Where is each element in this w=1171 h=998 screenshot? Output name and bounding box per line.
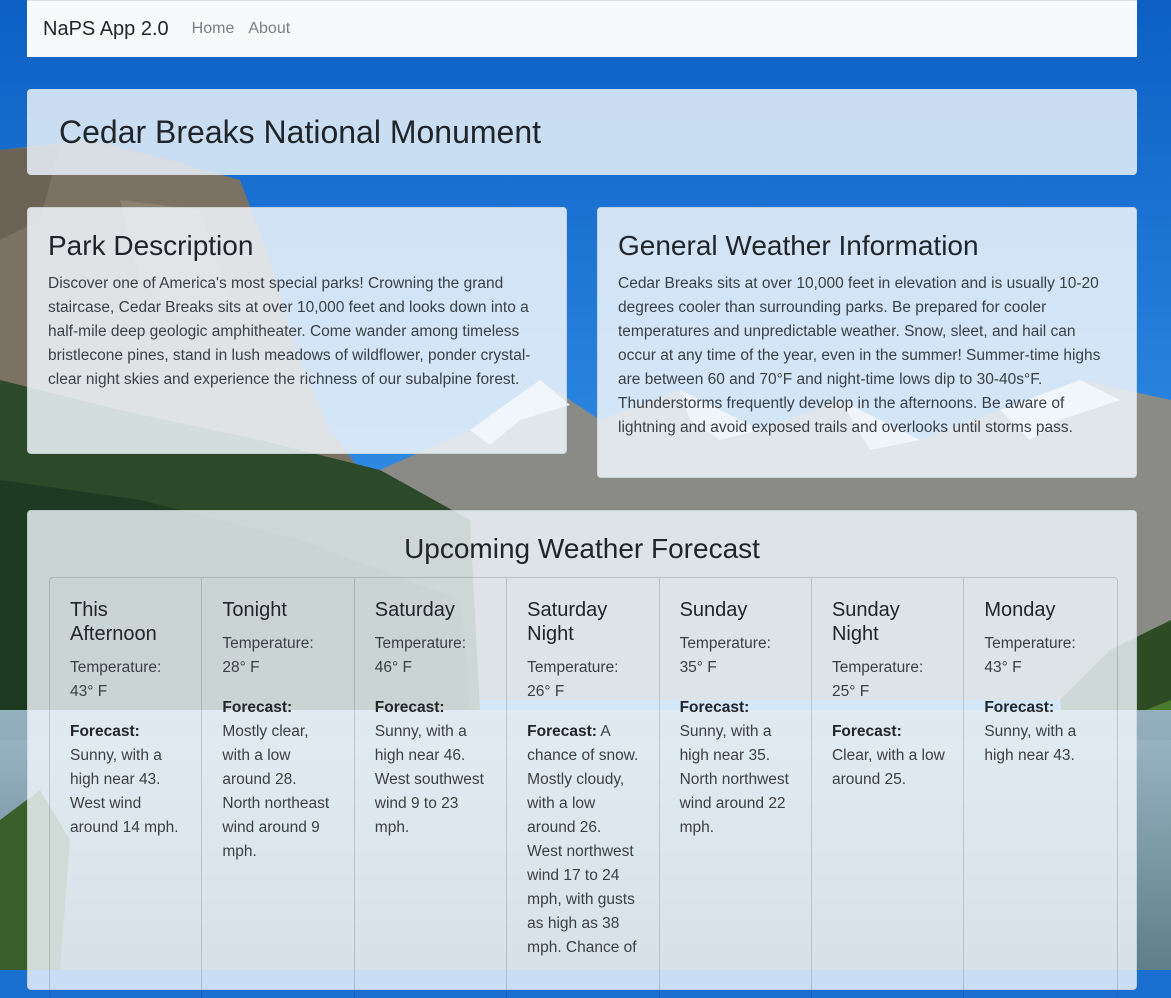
temperature-label: Temperature: — [374, 635, 467, 652]
temperature-value: 43° F — [70, 683, 108, 700]
forecast-temperature: Temperature: 28° F — [222, 632, 335, 680]
temperature-value: 35° F — [679, 659, 717, 676]
temperature-label: Temperature: — [831, 659, 924, 676]
weather-info-heading: General Weather Information — [618, 230, 979, 261]
forecast-period-name: Monday — [984, 599, 1056, 621]
temperature-value: 25° F — [831, 683, 870, 700]
forecast-card-tonight: Tonight Temperature: 28° F Forecast: Mostl… — [202, 578, 355, 998]
park-description-text: Discover one of America's most special p… — [48, 275, 531, 388]
nav-link-about[interactable]: About — [248, 20, 290, 38]
forecast-detail: Forecast: Sunny, with a high near 35. Nor… — [680, 696, 793, 840]
forecast-detail: Forecast: Sunny, with a high near 46. Wes… — [375, 696, 488, 840]
forecast-detail: Forecast: Sunny, with a high near 43. — [984, 696, 1098, 768]
park-description-heading: Park Description — [48, 230, 254, 261]
forecast-detail: Forecast: A chance of snow. Mostly cloud… — [527, 720, 640, 960]
top-navbar: NaPS App 2.0 Home About — [27, 0, 1137, 57]
forecast-period-name: Saturday Night — [527, 599, 608, 645]
forecast-label: Forecast: — [831, 723, 902, 740]
forecast-temperature: Temperature: 25° F — [832, 656, 945, 704]
park-description-card: Park Description Discover one of America… — [27, 207, 567, 454]
forecast-period-name: Sunday — [679, 599, 748, 621]
temperature-label: Temperature: — [222, 635, 314, 652]
forecast-detail: Forecast: Sunny, with a high near 43. Wes… — [70, 720, 183, 840]
nav-link-home[interactable]: Home — [192, 20, 235, 38]
temperature-label: Temperature: — [527, 659, 619, 676]
weather-info-card: General Weather Information Cedar Breaks… — [597, 207, 1137, 478]
forecast-detail: Forecast: Clear, with a low around 25. — [832, 720, 945, 792]
temperature-label: Temperature: — [984, 635, 1076, 652]
navbar-brand[interactable]: NaPS App 2.0 — [43, 18, 169, 41]
forecast-temperature: Temperature: 35° F — [680, 632, 793, 680]
forecast-text: Mostly clear, with a low around 28. Nort… — [222, 723, 330, 860]
temperature-value: 46° F — [374, 659, 412, 676]
forecast-text: Sunny, with a high near 43. West wind ar… — [70, 747, 179, 836]
forecast-detail: Forecast: Mostly clear, with a low around… — [222, 696, 335, 864]
temperature-label: Temperature: — [70, 659, 162, 676]
forecast-card-saturday: Saturday Temperature: 46° F Forecast: Sunn… — [355, 578, 508, 998]
forecast-label: Forecast: — [70, 723, 140, 740]
forecast-text: Sunny, with a high near 43. — [984, 723, 1077, 764]
forecast-card-sunday: Sunday Temperature: 35° F Forecast: Sunny,… — [660, 578, 812, 998]
forecast-card-this-afternoon: This Afternoon Temperature: 43° F Forecas… — [50, 578, 203, 998]
forecast-card-sunday-night: Sunday Night Temperature: 25° F Forecast:… — [812, 578, 965, 998]
forecast-period-name: Saturday — [374, 599, 455, 621]
forecast-heading: Upcoming Weather Forecast — [404, 533, 760, 564]
forecast-temperature: Temperature: 43° F — [70, 656, 183, 704]
temperature-value: 28° F — [222, 659, 260, 676]
temperature-value: 43° F — [984, 659, 1022, 676]
page-title: Cedar Breaks National Monument — [59, 113, 542, 150]
forecast-text: Clear, with a low around 25. — [831, 747, 945, 788]
forecast-label: Forecast: — [374, 699, 445, 716]
forecast-text: Sunny, with a high near 35. North northw… — [679, 723, 789, 836]
park-title-banner: Cedar Breaks National Monument — [27, 89, 1137, 175]
forecast-label: Forecast: — [222, 699, 293, 716]
forecast-label: Forecast: — [527, 723, 597, 740]
temperature-value: 26° F — [527, 683, 565, 700]
forecast-period-name: This Afternoon — [70, 599, 157, 645]
forecast-text: A chance of snow. Mostly cloudy, with a … — [527, 723, 639, 956]
forecast-card-saturday-night: Saturday Night Temperature: 26° F Forecas… — [507, 578, 660, 998]
forecast-card-monday: Monday Temperature: 43° F Forecast: Sunny,… — [964, 578, 1116, 998]
forecast-temperature: Temperature: 43° F — [984, 632, 1098, 680]
forecast-temperature: Temperature: 46° F — [375, 632, 488, 680]
forecast-text: Sunny, with a high near 46. West southwe… — [374, 723, 484, 836]
forecast-section: Upcoming Weather Forecast This Afternoon… — [27, 510, 1137, 998]
forecast-label: Forecast: — [679, 699, 750, 716]
forecast-period-name: Tonight — [222, 599, 287, 621]
temperature-label: Temperature: — [679, 635, 771, 652]
forecast-temperature: Temperature: 26° F — [527, 656, 640, 704]
weather-info-text: Cedar Breaks sits at over 10,000 feet in… — [618, 275, 1101, 436]
forecast-card-row: This Afternoon Temperature: 43° F Forecas… — [49, 577, 1118, 998]
forecast-label: Forecast: — [984, 699, 1055, 716]
forecast-period-name: Sunday Night — [831, 599, 900, 645]
